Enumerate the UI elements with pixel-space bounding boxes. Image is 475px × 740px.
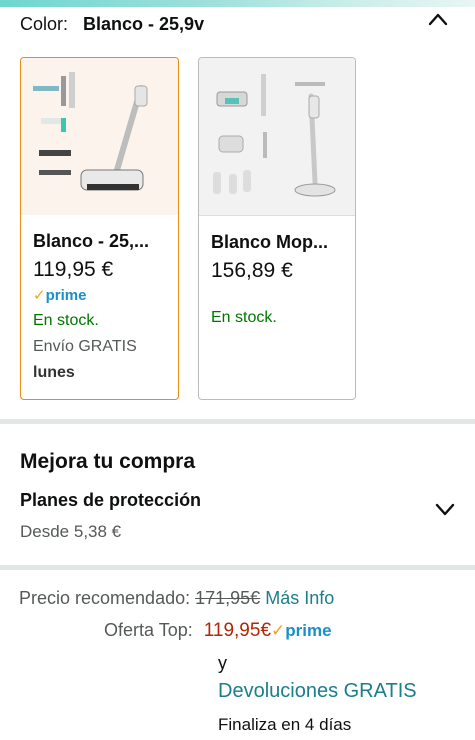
variant-name: Blanco Mop... <box>211 232 328 252</box>
variant-card-blanco-25[interactable]: Blanco - 25,... 119,95 € ✓prime En stock… <box>20 57 179 400</box>
prime-badge-inline: ✓prime <box>271 621 332 640</box>
and-text: y <box>218 653 227 673</box>
product-image-vacuum <box>21 58 178 215</box>
chevron-up-icon[interactable] <box>428 12 448 26</box>
stock-status: En stock. <box>211 309 277 326</box>
color-value: Blanco - 25,9v <box>83 14 205 34</box>
stock-status: En stock. <box>33 312 99 329</box>
product-image-mop <box>199 58 355 216</box>
chevron-down-icon[interactable] <box>435 502 455 516</box>
variant-card-blanco-mop[interactable]: Blanco Mop... 156,89 € En stock. <box>198 57 356 400</box>
recommended-price: 171,95€ <box>195 588 261 608</box>
recommended-price-row: Precio recomendado: 171,95€ Más Info <box>19 588 334 609</box>
section-divider <box>0 419 475 424</box>
shipping-text: Envío GRATIS <box>33 338 137 355</box>
more-info-link[interactable]: Más Info <box>265 588 334 608</box>
offer-label: Oferta Top: <box>104 620 193 640</box>
protection-plans-title[interactable]: Planes de protección <box>20 490 201 511</box>
variant-name: Blanco - 25,... <box>33 231 150 251</box>
top-accent-bar <box>0 0 475 7</box>
protection-plans-price: Desde 5,38 € <box>20 522 122 541</box>
variant-price: 119,95 € <box>33 258 114 281</box>
prime-check-icon: ✓ <box>271 621 286 640</box>
delivery-day: lunes <box>33 364 75 381</box>
upgrade-title: Mejora tu compra <box>20 450 196 473</box>
offer-price: 119,95€ <box>203 620 272 641</box>
recommended-label: Precio recomendado: <box>19 588 191 608</box>
color-selector-header[interactable]: Color: Blanco - 25,9v <box>20 14 455 38</box>
variant-price: 156,89 € <box>211 259 293 282</box>
free-returns-link[interactable]: Devoluciones GRATIS <box>218 680 417 703</box>
color-label: Color: <box>20 14 69 34</box>
prime-check-icon: ✓ <box>33 287 46 304</box>
prime-badge: ✓prime <box>33 287 87 304</box>
offer-ends-text: Finaliza en 4 días <box>218 715 352 734</box>
section-divider <box>0 565 475 570</box>
offer-row: Oferta Top: 119,95€✓prime <box>104 620 332 642</box>
